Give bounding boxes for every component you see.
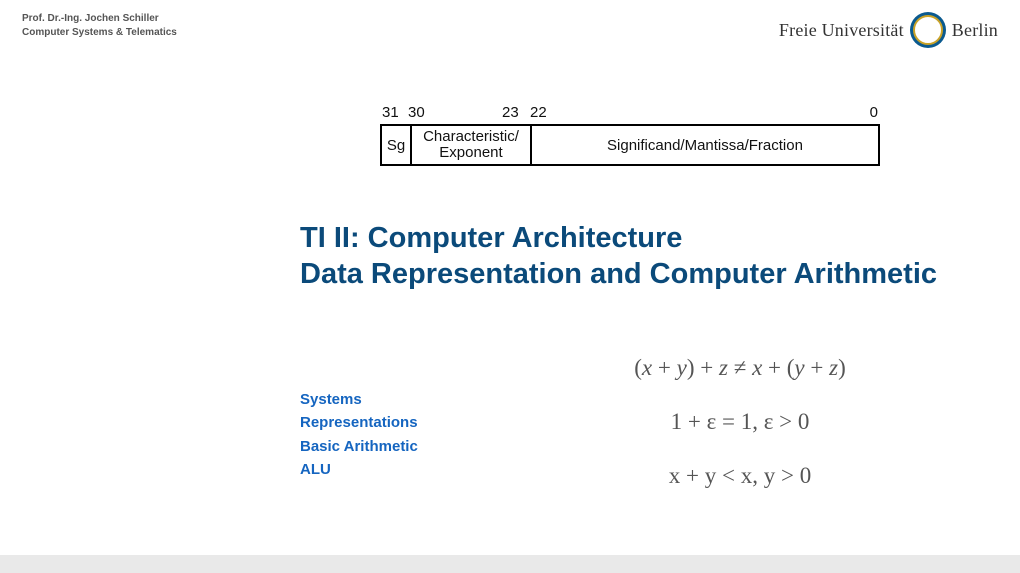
bit-label-22: 22 (530, 104, 547, 121)
topic-basic-arithmetic: Basic Arithmetic (300, 435, 418, 458)
exponent-cell: Characteristic/ Exponent (412, 126, 532, 164)
university-name-prefix: Freie Universität (779, 20, 904, 41)
title-line-2: Data Representation and Computer Arithme… (300, 256, 937, 292)
university-name-suffix: Berlin (952, 20, 998, 41)
equation-associativity: (x + y) + z ≠ x + (y + z) (580, 355, 900, 381)
author-dept: Computer Systems & Telematics (22, 26, 177, 40)
bitfield-diagram: 31 30 23 22 0 Sg Characteristic/ Exponen… (380, 104, 880, 166)
author-name: Prof. Dr.-Ing. Jochen Schiller (22, 12, 177, 26)
topic-alu: ALU (300, 458, 418, 481)
topic-list: Systems Representations Basic Arithmetic… (300, 388, 418, 481)
university-seal-icon (910, 12, 946, 48)
bit-label-23: 23 (502, 104, 519, 121)
bitfield-box: Sg Characteristic/ Exponent Significand/… (380, 124, 880, 166)
bit-label-0: 0 (870, 104, 878, 121)
topic-systems: Systems (300, 388, 418, 411)
mantissa-cell: Significand/Mantissa/Fraction (532, 126, 878, 164)
title-block: TI II: Computer Architecture Data Repres… (300, 220, 937, 293)
header-author-block: Prof. Dr.-Ing. Jochen Schiller Computer … (22, 12, 177, 40)
bit-label-30: 30 (408, 104, 425, 121)
topic-representations: Representations (300, 411, 418, 434)
slide: Prof. Dr.-Ing. Jochen Schiller Computer … (0, 0, 1020, 573)
exponent-label-top: Characteristic/ (423, 129, 519, 145)
university-logo: Freie Universität Berlin (779, 12, 998, 48)
sign-cell: Sg (382, 126, 412, 164)
footer-bar (0, 555, 1020, 573)
equation-block: (x + y) + z ≠ x + (y + z) 1 + ε = 1, ε >… (580, 355, 900, 517)
slide-header: Prof. Dr.-Ing. Jochen Schiller Computer … (22, 12, 998, 48)
equation-epsilon: 1 + ε = 1, ε > 0 (580, 409, 900, 435)
title-line-1: TI II: Computer Architecture (300, 220, 937, 256)
bit-label-31: 31 (382, 104, 399, 121)
bit-index-row: 31 30 23 22 0 (380, 104, 880, 124)
exponent-label-bottom: Exponent (439, 145, 502, 161)
equation-overflow: x + y < x, y > 0 (580, 463, 900, 489)
